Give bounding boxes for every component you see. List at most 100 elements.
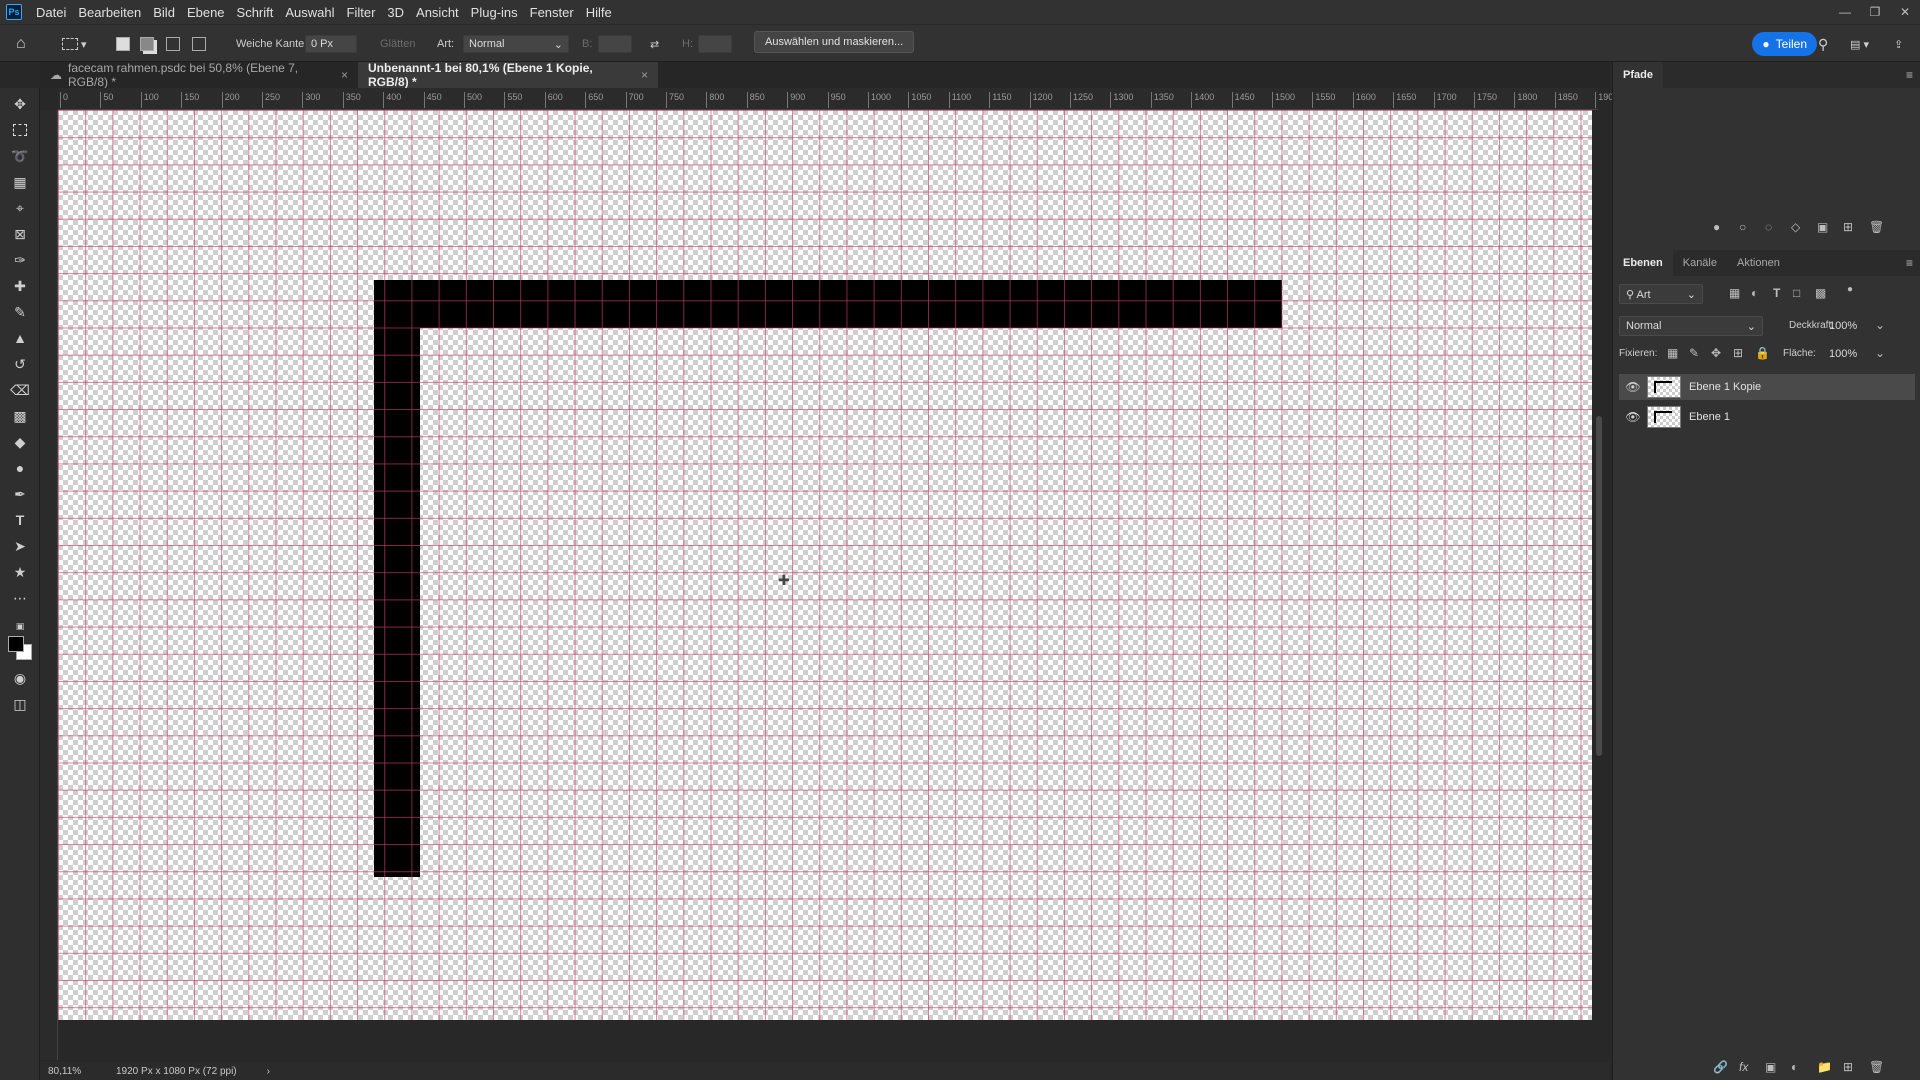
- delete-path-icon[interactable]: 🗑: [1869, 220, 1884, 234]
- add-selection-icon[interactable]: [140, 34, 154, 54]
- add-mask-icon[interactable]: ▣: [1765, 1060, 1776, 1074]
- menu-datei[interactable]: Datei: [30, 5, 72, 20]
- filter-smart-object-icon[interactable]: ▩: [1815, 286, 1826, 300]
- tab-unbenannt-1[interactable]: Unbenannt-1 bei 80,1% (Ebene 1 Kopie, RG…: [358, 61, 658, 89]
- layer-name[interactable]: Ebene 1 Kopie: [1689, 381, 1761, 393]
- opacity-value[interactable]: 100%: [1829, 320, 1857, 332]
- layer-filter-select[interactable]: ⚲ Art ⌄: [1619, 284, 1703, 304]
- filter-toggle-icon[interactable]: ●: [1847, 284, 1853, 295]
- new-path-icon[interactable]: ⊞: [1843, 220, 1853, 234]
- blur-tool-icon[interactable]: ◆: [10, 432, 30, 452]
- tab-aktionen[interactable]: Aktionen: [1727, 250, 1790, 276]
- close-tab-icon[interactable]: ×: [341, 68, 348, 82]
- screen-mode-icon[interactable]: ◫: [10, 694, 30, 714]
- pen-tool-icon[interactable]: ✒: [10, 484, 30, 504]
- layer-row[interactable]: 👁 Ebene 1: [1619, 404, 1915, 430]
- fx-icon[interactable]: fx: [1739, 1060, 1748, 1074]
- fill-field[interactable]: 100%: [1823, 344, 1871, 364]
- more-tools-icon[interactable]: ⋯: [10, 588, 30, 608]
- tab-kanaele[interactable]: Kanäle: [1673, 250, 1727, 276]
- workspace-icon[interactable]: ▤ ▾: [1850, 34, 1869, 54]
- lock-all-icon[interactable]: 🔒: [1755, 346, 1770, 360]
- healing-brush-tool-icon[interactable]: ✚: [10, 276, 30, 296]
- lock-transparency-icon[interactable]: ▦: [1667, 346, 1678, 360]
- foreground-color-swatch[interactable]: [8, 636, 24, 652]
- clone-stamp-tool-icon[interactable]: ▲: [10, 328, 30, 348]
- document-canvas[interactable]: [58, 110, 1592, 1020]
- lock-image-icon[interactable]: ✎: [1689, 346, 1699, 360]
- fill-value[interactable]: 100%: [1829, 348, 1857, 360]
- tab-facecam-rahmen[interactable]: ☁ facecam rahmen.psdc bei 50,8% (Ebene 7…: [40, 61, 358, 89]
- home-icon[interactable]: ⌂: [16, 34, 26, 54]
- document-info[interactable]: 1920 Px x 1080 Px (72 ppi): [116, 1066, 237, 1077]
- feather-field[interactable]: 0 Px: [305, 34, 357, 54]
- menu-ebene[interactable]: Ebene: [181, 5, 231, 20]
- move-tool-icon[interactable]: ✥: [10, 94, 30, 114]
- marquee-tool-preset-icon[interactable]: ▾: [62, 34, 87, 54]
- menu-bild[interactable]: Bild: [147, 5, 181, 20]
- lock-artboard-icon[interactable]: ⊞: [1733, 346, 1743, 360]
- eyedropper-tool-icon[interactable]: ✑: [10, 250, 30, 270]
- menu-ansicht[interactable]: Ansicht: [410, 5, 465, 20]
- menu-filter[interactable]: Filter: [341, 5, 382, 20]
- marquee-tool-icon[interactable]: [10, 120, 30, 140]
- subtract-selection-icon[interactable]: [166, 34, 180, 54]
- gradient-tool-icon[interactable]: ▩: [10, 406, 30, 426]
- share-export-icon[interactable]: ⇪: [1894, 34, 1903, 54]
- blend-mode-select[interactable]: Normal ⌄: [1619, 316, 1763, 336]
- new-group-icon[interactable]: 📁: [1817, 1060, 1832, 1074]
- feather-value[interactable]: 0 Px: [305, 35, 357, 53]
- quick-mask-icon[interactable]: ◉: [10, 668, 30, 688]
- crop-tool-icon[interactable]: ⌖: [10, 198, 30, 218]
- brush-tool-icon[interactable]: ✎: [10, 302, 30, 322]
- filter-pixel-icon[interactable]: ▦: [1729, 286, 1740, 300]
- tab-ebenen[interactable]: Ebenen: [1613, 250, 1673, 276]
- menu-3d[interactable]: 3D: [381, 5, 410, 20]
- adjustment-layer-icon[interactable]: ◐: [1791, 1060, 1798, 1074]
- chevron-right-icon[interactable]: ›: [267, 1066, 270, 1077]
- layer-row[interactable]: 👁 Ebene 1 Kopie: [1619, 374, 1915, 400]
- frame-tool-icon[interactable]: ⊠: [10, 224, 30, 244]
- history-brush-tool-icon[interactable]: ↺: [10, 354, 30, 374]
- object-selection-tool-icon[interactable]: ▦: [10, 172, 30, 192]
- delete-layer-icon[interactable]: 🗑: [1869, 1060, 1884, 1074]
- lasso-tool-icon[interactable]: ➰: [10, 146, 30, 166]
- opacity-field[interactable]: 100%: [1823, 316, 1871, 336]
- fill-path-icon[interactable]: ●: [1713, 220, 1720, 234]
- close-icon[interactable]: ✕: [1890, 5, 1920, 19]
- menu-auswahl[interactable]: Auswahl: [279, 5, 340, 20]
- antialias-checkbox[interactable]: Glätten: [380, 34, 415, 54]
- lock-position-icon[interactable]: ✥: [1711, 346, 1721, 360]
- layer-name[interactable]: Ebene 1: [1689, 411, 1730, 423]
- canvas-area[interactable]: ✚: [58, 110, 1598, 1060]
- zoom-level[interactable]: 80,11%: [48, 1066, 108, 1077]
- style-select[interactable]: Normal ⌄: [463, 34, 569, 54]
- menu-fenster[interactable]: Fenster: [524, 5, 580, 20]
- width-field[interactable]: [598, 34, 632, 54]
- chevron-down-icon[interactable]: ⌄: [1875, 346, 1885, 360]
- new-selection-icon[interactable]: [116, 34, 130, 54]
- height-field[interactable]: [698, 34, 732, 54]
- link-layers-icon[interactable]: 🔗: [1713, 1060, 1728, 1074]
- stroke-path-icon[interactable]: ○: [1739, 220, 1746, 234]
- search-icon[interactable]: ⚲: [1818, 34, 1828, 54]
- close-tab-icon[interactable]: ×: [641, 68, 648, 82]
- type-tool-icon[interactable]: T: [10, 510, 30, 530]
- new-layer-icon[interactable]: ⊞: [1843, 1060, 1853, 1074]
- dodge-tool-icon[interactable]: ●: [10, 458, 30, 478]
- path-selection-tool-icon[interactable]: ➤: [10, 536, 30, 556]
- make-path-icon[interactable]: ◇: [1791, 220, 1800, 234]
- share-button[interactable]: ● Teilen: [1752, 32, 1817, 56]
- filter-shape-icon[interactable]: □: [1793, 286, 1800, 300]
- visibility-eye-icon[interactable]: 👁: [1619, 380, 1647, 394]
- load-selection-icon[interactable]: ◌: [1765, 220, 1772, 234]
- vertical-scrollbar[interactable]: [1596, 416, 1602, 756]
- add-mask-icon[interactable]: ▣: [1817, 220, 1828, 234]
- minimize-icon[interactable]: —: [1830, 5, 1860, 19]
- filter-type-icon[interactable]: T: [1773, 286, 1780, 300]
- menu-hilfe[interactable]: Hilfe: [580, 5, 618, 20]
- panel-menu-icon[interactable]: ≡: [1906, 256, 1913, 270]
- visibility-eye-icon[interactable]: 👁: [1619, 410, 1647, 424]
- intersect-selection-icon[interactable]: [192, 34, 206, 54]
- menu-plugins[interactable]: Plug-ins: [465, 5, 524, 20]
